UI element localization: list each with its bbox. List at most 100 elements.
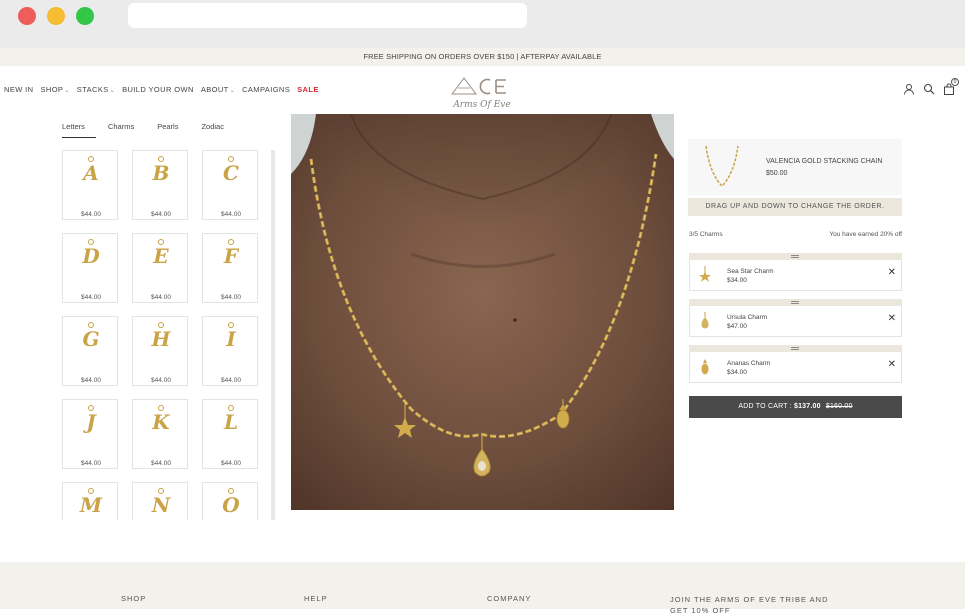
account-icon[interactable] (903, 82, 915, 95)
charm-price: $34.00 (727, 369, 747, 376)
nav-item-about[interactable]: ABOUT⌄ (201, 85, 235, 94)
chevron-down-icon: ⌄ (229, 88, 236, 94)
selected-chain-card: VALENCIA GOLD STACKING CHAIN $50.00 (688, 139, 902, 195)
letter-charm-image: I (226, 327, 236, 351)
product-card[interactable]: L $44.00 (202, 399, 258, 469)
chevron-down-icon: ⌄ (64, 88, 70, 94)
nav-label: NEW IN (4, 85, 34, 94)
nav-label: CAMPAIGNS (242, 85, 291, 94)
nav-item-sale[interactable]: SALE (297, 85, 319, 94)
charm-name: Ursula Charm (727, 314, 768, 321)
charm-item-ursula[interactable]: Ursula Charm $47.00 ✕ (689, 299, 902, 339)
drag-handle-icon[interactable] (689, 253, 902, 260)
product-card[interactable]: E $44.00 (132, 233, 188, 303)
active-tab-underline (62, 137, 96, 138)
product-card[interactable]: C $44.00 (202, 150, 258, 220)
chain-thumbnail (705, 145, 739, 188)
footer-heading-newsletter: JOIN THE ARMS OF EVE TRIBE AND GET 10% O… (670, 595, 829, 615)
product-card[interactable]: B $44.00 (132, 150, 188, 220)
footer-heading-shop: SHOP (121, 594, 147, 603)
nav-item-campaigns[interactable]: CAMPAIGNS (242, 85, 290, 94)
drag-hint-banner: DRAG UP AND DOWN TO CHANGE THE ORDER. (688, 198, 902, 216)
header-icons: 0 (903, 78, 959, 95)
brand-logo[interactable]: Arms Of Eve (430, 72, 534, 112)
product-card[interactable]: K $44.00 (132, 399, 188, 469)
discount-note: You have earned 20% off (829, 231, 902, 238)
product-card[interactable]: J $44.00 (62, 399, 118, 469)
tab-pearls[interactable]: Pearls (157, 120, 178, 139)
footer-heading-company: COMPANY (487, 594, 532, 603)
search-icon[interactable] (923, 82, 935, 95)
product-grid-container: A $44.00 B $44.00 C $44.00 D $44.00 E $44.00 F $44.… (62, 150, 276, 520)
product-price: $44.00 (151, 211, 171, 218)
star-icon (699, 266, 711, 282)
product-card[interactable]: N (132, 482, 188, 520)
drop-charm-icon (701, 312, 709, 329)
chevron-down-icon: ⌄ (109, 88, 116, 94)
charm-item-body: Sea Star Charm $34.00 ✕ (689, 260, 902, 291)
letter-charm-image: C (223, 161, 239, 185)
letter-charm-image: M (79, 493, 103, 517)
logo-wordmark: Arms Of Eve (452, 100, 510, 110)
product-price: $44.00 (151, 294, 171, 301)
minimize-window-button[interactable] (47, 7, 65, 25)
product-card[interactable]: G $44.00 (62, 316, 118, 386)
nav-item-shop[interactable]: SHOP⌄ (40, 85, 69, 94)
remove-charm-button[interactable]: ✕ (888, 313, 896, 324)
charm-name: Ananas Charm (727, 360, 771, 367)
product-price: $44.00 (151, 460, 171, 467)
add-to-cart-price: $137.00 (794, 403, 821, 410)
drag-handle-icon[interactable] (689, 299, 902, 306)
cart-count-badge: 0 (951, 78, 959, 86)
add-to-cart-label: ADD TO CART : (738, 403, 792, 410)
site-header: NEW IN SHOP⌄ STACKS⌄ BUILD YOUR OWN ABOU… (0, 66, 965, 114)
product-card[interactable]: O (202, 482, 258, 520)
chain-price: $50.00 (766, 170, 788, 177)
maximize-window-button[interactable] (76, 7, 94, 25)
close-window-button[interactable] (18, 7, 36, 25)
charm-price: $47.00 (727, 323, 747, 330)
letter-charm-image: L (223, 410, 239, 434)
letter-charm-image: H (151, 327, 171, 351)
charm-price: $34.00 (727, 277, 747, 284)
product-price: $44.00 (81, 294, 101, 301)
add-to-cart-old-price: $160.00 (825, 403, 853, 410)
nav-item-stacks[interactable]: STACKS⌄ (77, 85, 115, 94)
remove-charm-button[interactable]: ✕ (888, 359, 896, 370)
product-price: $44.00 (221, 211, 241, 218)
nav-item-build-your-own[interactable]: BUILD YOUR OWN (122, 85, 194, 94)
product-card[interactable]: M (62, 482, 118, 520)
product-price: $44.00 (221, 460, 241, 467)
product-card[interactable]: H $44.00 (132, 316, 188, 386)
charm-item-ananas[interactable]: Ananas Charm $34.00 ✕ (689, 345, 902, 385)
letter-charm-image: O (222, 493, 240, 517)
product-card[interactable]: D $44.00 (62, 233, 118, 303)
product-grid: A $44.00 B $44.00 C $44.00 D $44.00 E $44.00 F $44.… (62, 150, 276, 520)
nav-item-new-in[interactable]: NEW IN (4, 85, 33, 94)
letter-charm-image: A (83, 161, 99, 185)
announcement-bar: FREE SHIPPING ON ORDERS OVER $150 | AFTE… (0, 48, 965, 66)
address-bar[interactable] (128, 3, 527, 28)
cart-icon[interactable]: 0 (943, 78, 959, 95)
site-footer: SHOP HELP COMPANY JOIN THE ARMS OF EVE T… (0, 562, 965, 615)
add-to-cart-button[interactable]: ADD TO CART : $137.00 $160.00 (689, 396, 902, 418)
product-price: $44.00 (81, 211, 101, 218)
charm-item-body: Ananas Charm $34.00 ✕ (689, 352, 902, 383)
charm-item-sea-star[interactable]: Sea Star Charm $34.00 ✕ (689, 253, 902, 293)
charm-name: Sea Star Charm (727, 268, 774, 275)
main-nav: NEW IN SHOP⌄ STACKS⌄ BUILD YOUR OWN ABOU… (4, 85, 319, 94)
product-grid-scrollbar[interactable] (271, 150, 275, 520)
tab-charms[interactable]: Charms (108, 120, 134, 139)
product-card[interactable]: A $44.00 (62, 150, 118, 220)
remove-charm-button[interactable]: ✕ (888, 267, 896, 278)
nav-label: BUILD YOUR OWN (122, 85, 194, 94)
letter-charm-image: G (82, 327, 100, 351)
product-price: $44.00 (221, 294, 241, 301)
nav-label: ABOUT (200, 85, 229, 94)
product-card[interactable]: F $44.00 (202, 233, 258, 303)
tab-zodiac[interactable]: Zodiac (201, 120, 224, 139)
browser-chrome (0, 0, 965, 48)
drag-handle-icon[interactable] (689, 345, 902, 352)
footer-heading-help: HELP (304, 594, 328, 603)
product-card[interactable]: I $44.00 (202, 316, 258, 386)
